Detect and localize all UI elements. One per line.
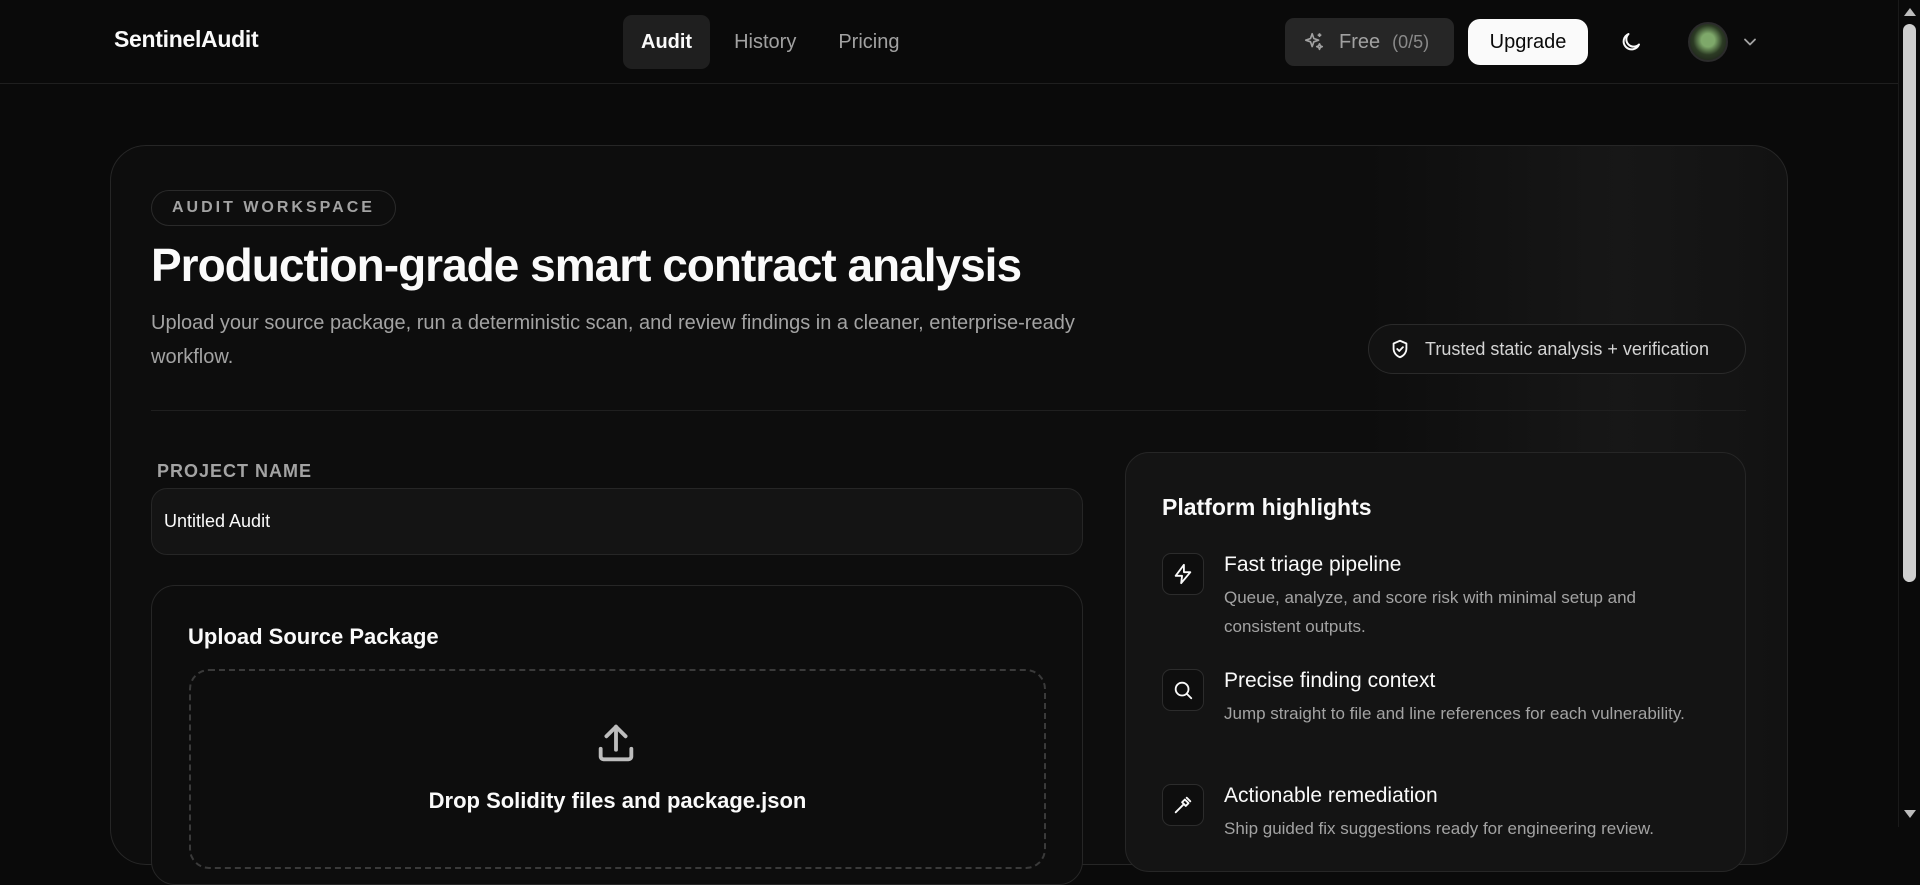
plan-usage-pill[interactable]: Free (0/5)	[1285, 18, 1454, 66]
highlight-description: Queue, analyze, and score risk with mini…	[1224, 588, 1636, 636]
brand-logo[interactable]: SentinelAudit	[114, 26, 259, 53]
moon-icon	[1622, 33, 1640, 51]
tab-pricing[interactable]: Pricing	[820, 15, 917, 69]
highlight-title: Precise finding context	[1224, 669, 1436, 692]
project-name-label: PROJECT NAME	[157, 461, 313, 481]
highlight-title: Actionable remediation	[1224, 784, 1438, 807]
scroll-down-arrow-icon[interactable]	[1904, 810, 1916, 818]
sparkles-icon	[1304, 32, 1324, 51]
scroll-up-arrow-icon[interactable]	[1904, 8, 1916, 16]
section-badge: AUDIT WORKSPACE	[151, 190, 396, 226]
upload-title: Upload Source Package	[188, 624, 439, 649]
highlights-title: Platform highlights	[1162, 494, 1372, 520]
upgrade-button[interactable]: Upgrade	[1468, 19, 1588, 65]
tab-audit[interactable]: Audit	[623, 15, 711, 69]
trust-label: Trusted static analysis + verification	[1425, 338, 1709, 359]
theme-toggle-button[interactable]	[1613, 24, 1649, 60]
tab-history[interactable]: History	[716, 15, 814, 69]
highlight-description: Ship guided fix suggestions ready for en…	[1224, 819, 1654, 838]
page-subtitle: Upload your source package, run a determ…	[151, 312, 1075, 368]
zap-icon	[1162, 553, 1204, 595]
page-title: Production-grade smart contract analysis	[151, 239, 1022, 291]
top-navbar: SentinelAudit Audit History Pricing Free…	[0, 0, 1898, 84]
chevron-down-icon[interactable]	[1740, 32, 1760, 52]
main-nav: Audit History Pricing	[623, 15, 923, 69]
section-divider	[151, 410, 1746, 411]
usage-count: (0/5)	[1392, 31, 1430, 52]
highlight-description: Jump straight to file and line reference…	[1224, 704, 1685, 723]
plan-label: Free	[1339, 30, 1381, 53]
page-scrollbar[interactable]	[1898, 0, 1920, 827]
project-name-input[interactable]	[151, 488, 1083, 555]
hammer-icon	[1162, 784, 1204, 826]
upload-icon	[598, 724, 634, 762]
scrollbar-thumb[interactable]	[1903, 24, 1916, 582]
file-dropzone[interactable]	[189, 669, 1046, 869]
avatar[interactable]	[1688, 22, 1728, 62]
search-icon	[1162, 669, 1204, 711]
highlight-title: Fast triage pipeline	[1224, 553, 1402, 576]
dropzone-text: Drop Solidity files and package.json	[428, 788, 807, 813]
trust-badge: Trusted static analysis + verification	[1368, 324, 1746, 374]
shield-check-icon	[1392, 339, 1408, 359]
